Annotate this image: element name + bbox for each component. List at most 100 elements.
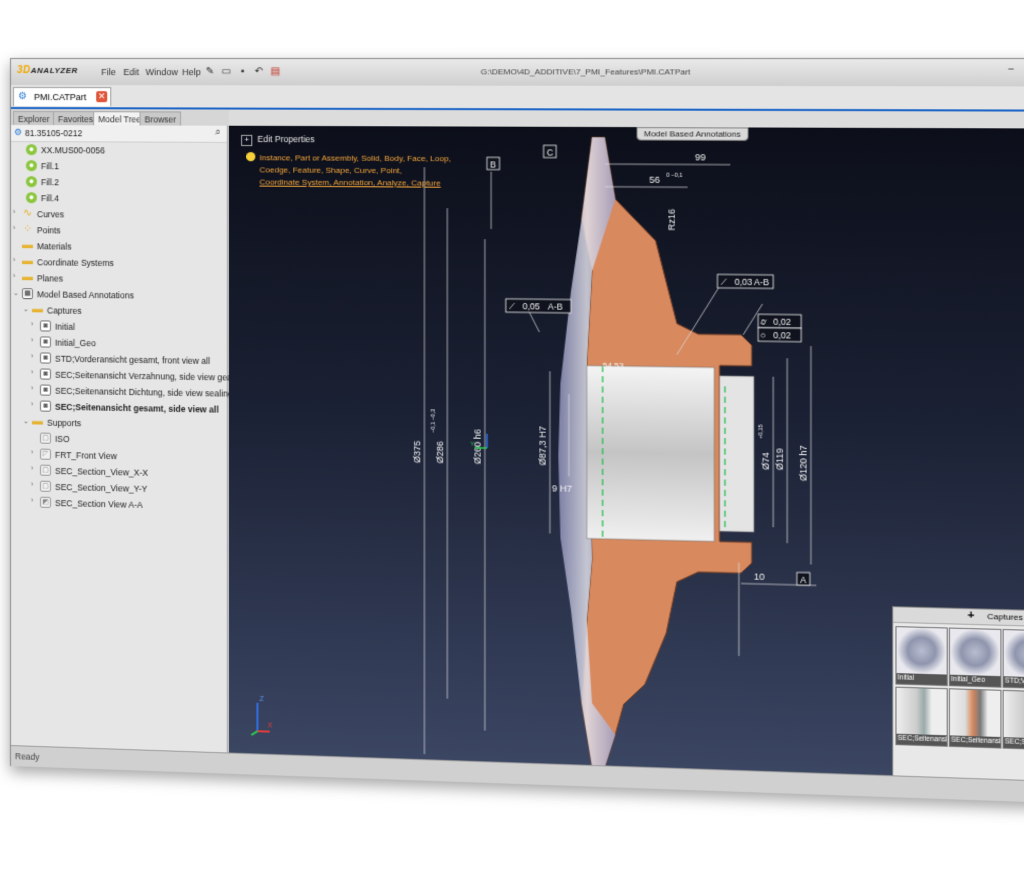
tree-item-label: SEC_Section View A-A <box>54 497 143 510</box>
expand-arrow-icon[interactable]: › <box>31 481 39 488</box>
capture-icon: ◙ <box>39 368 51 380</box>
capture-thumb[interactable]: SEC;Seitenansic... <box>1002 689 1024 751</box>
tree-item-label: Fill.1 <box>40 161 59 172</box>
expand-arrow-icon[interactable]: › <box>31 401 39 408</box>
tree-item-label: Fill.2 <box>40 177 59 188</box>
undo-icon[interactable]: ↶ <box>253 66 264 77</box>
dim-74-tol: +0,15 <box>758 424 764 439</box>
expand-arrow-icon[interactable]: › <box>31 369 39 376</box>
3d-viewport[interactable]: + Edit Properties Instance, Part or Assem… <box>228 125 1024 784</box>
dim-87: Ø87,3 H7 <box>537 426 548 466</box>
collapse-arrow-icon[interactable]: ⌄ <box>23 305 31 313</box>
pin-icon[interactable]: ✎ <box>204 66 215 77</box>
capture-image <box>1003 630 1024 678</box>
curves-icon: ∿ <box>22 207 33 220</box>
support-icon: ▢ <box>39 464 51 476</box>
capture-icon: ◙ <box>39 384 51 396</box>
document-tab-bar: ⚙ PMI.CATPart ✕ <box>10 85 1024 112</box>
capture-thumb[interactable]: Initial <box>895 626 948 687</box>
dim-120: Ø120 h7 <box>798 445 809 481</box>
tree-item-label: SEC;Seitenansicht Dichtung, side view se… <box>54 385 233 399</box>
solid-icon: ● <box>25 160 37 172</box>
capture-thumb[interactable]: Initial_Geo <box>948 627 1002 688</box>
tab-model-tree[interactable]: Model Tree <box>93 111 147 127</box>
tree-item-label: XX.MUS00-0056 <box>40 145 106 156</box>
expand-arrow-icon[interactable]: › <box>13 225 21 232</box>
collapse-arrow-icon[interactable]: ⌄ <box>23 417 31 425</box>
tree-item-label: SEC_Section_View_Y-Y <box>54 481 148 494</box>
svg-text:X: X <box>268 722 273 729</box>
capture-icon: ◙ <box>39 352 51 364</box>
add-capture-icon[interactable]: + <box>967 609 974 622</box>
close-tab-icon[interactable]: ✕ <box>96 91 108 103</box>
dim-56-tol: 0 −0,1 <box>666 173 682 179</box>
menu-file[interactable]: File <box>101 67 116 77</box>
tree-item-label: Supports <box>46 417 82 429</box>
tree-root-label: 81.35105-0212 <box>24 128 83 139</box>
tree-root[interactable]: ⚙ 81.35105-0212 ⌕ <box>10 125 227 143</box>
tree-item-label: FRT_Front View <box>54 449 117 462</box>
gdt-flatness-ref: A-B <box>754 277 770 288</box>
capture-icon: ◙ <box>39 400 51 412</box>
part-icon: ⚙ <box>13 127 23 138</box>
expand-arrow-icon[interactable]: › <box>31 353 39 360</box>
tree-item-label: Initial_Geo <box>54 337 96 349</box>
minimize-button[interactable]: − <box>1008 64 1014 76</box>
svg-text:⟋: ⟋ <box>721 276 727 286</box>
expand-arrow-icon[interactable]: › <box>13 273 21 280</box>
dim-rz16: Rz16 <box>666 209 677 231</box>
solid-icon: ● <box>25 192 37 204</box>
app-logo: 3DANALYZER <box>17 65 78 76</box>
capture-image <box>949 628 1001 677</box>
support-icon: ◸ <box>39 448 51 460</box>
tree-item-label: SEC;Seitenansicht Verzahnung, side view … <box>54 369 247 383</box>
open-folder-icon[interactable]: ▭ <box>221 66 232 77</box>
bore <box>587 366 714 542</box>
expand-arrow-icon[interactable]: › <box>31 385 39 392</box>
support-icon: ◩ <box>39 496 51 508</box>
tree-item-label: SEC_Section_View_X-X <box>54 465 149 478</box>
svg-text:Z: Z <box>259 696 264 703</box>
capture-label: SEC;Seitenansic... <box>896 733 948 746</box>
svg-text:⟋: ⟋ <box>509 301 515 311</box>
tree-item-label: Fill.4 <box>40 193 59 204</box>
capture-thumb[interactable]: SEC;Seitenansic... <box>895 686 948 747</box>
captures-header: + Captures <box>893 607 1024 628</box>
capture-thumb[interactable]: STD;Vorderansic... <box>1002 628 1024 690</box>
menu-edit[interactable]: Edit <box>123 67 139 77</box>
menu-window[interactable]: Window <box>146 67 178 77</box>
capture-icon: ◙ <box>39 320 51 332</box>
captures-title: Captures <box>987 611 1023 623</box>
expand-arrow-icon[interactable]: › <box>31 497 39 504</box>
folder-icon: ▬ <box>21 239 33 252</box>
dim-119: Ø119 <box>774 448 785 470</box>
expand-arrow-icon[interactable]: › <box>31 465 39 472</box>
gdt-flatness: 0,03 <box>735 277 753 288</box>
collapse-arrow-icon[interactable]: ⌄ <box>13 289 21 297</box>
gdt-cylindricity: 0,02 <box>773 316 791 327</box>
expand-arrow-icon[interactable]: › <box>13 209 21 216</box>
capture-thumb[interactable]: SEC;Seitenansic... <box>948 688 1002 749</box>
report-icon[interactable]: ▤ <box>270 66 281 77</box>
capture-label: Initial_Geo <box>949 674 1002 687</box>
annotations-icon: ▦ <box>21 288 33 300</box>
save-icon[interactable]: ▪ <box>237 66 248 77</box>
gdt-circularity: 0,02 <box>773 330 791 341</box>
expand-arrow-icon[interactable]: › <box>31 449 39 456</box>
captures-panel: + Captures Initial Initial_Geo STD;Vorde… <box>892 606 1024 784</box>
logo-main: 3D <box>16 65 31 77</box>
folder-icon: ▬ <box>31 415 43 428</box>
svg-text:○: ○ <box>760 330 766 340</box>
menu-help[interactable]: Help <box>182 67 201 77</box>
capture-label: Initial <box>896 673 948 686</box>
tree-item-label: Planes <box>36 273 64 284</box>
expand-arrow-icon[interactable]: › <box>31 337 39 344</box>
document-tab[interactable]: ⚙ PMI.CATPart ✕ <box>12 87 112 107</box>
title-bar: 3DANALYZER File Edit Window Help ✎ ▭ ▪ ↶… <box>10 59 1024 88</box>
expand-arrow-icon[interactable]: › <box>31 321 39 328</box>
dim-74: Ø74 <box>760 452 771 470</box>
search-icon[interactable]: ⌕ <box>215 127 221 138</box>
expand-arrow-icon[interactable]: › <box>13 257 21 264</box>
file-path: G:\DEMO\4D_ADDITIVE\7_PMI_Features\PMI.C… <box>480 67 691 77</box>
part-icon: ⚙ <box>17 91 27 103</box>
